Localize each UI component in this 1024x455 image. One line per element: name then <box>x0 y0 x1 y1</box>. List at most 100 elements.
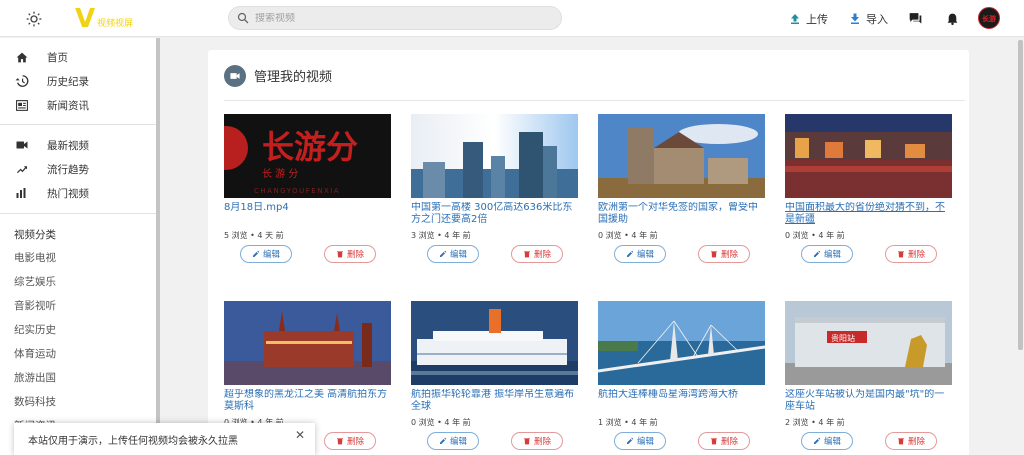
notification-bell-icon[interactable] <box>944 0 960 37</box>
video-meta: 0 浏览 • 4 年 前 <box>785 231 845 240</box>
delete-label: 删除 <box>907 437 925 447</box>
video-thumbnail[interactable] <box>224 301 391 385</box>
search-bar[interactable] <box>228 6 562 30</box>
video-title-link[interactable]: 中国面积最大的省份绝对猜不到，不是新疆 <box>785 202 952 226</box>
sidebar-item-label: 首页 <box>47 51 68 64</box>
delete-button[interactable]: 删除 <box>511 432 563 450</box>
thumb-small-text: 长 游 分 <box>262 167 298 180</box>
top-header: V 视频视屏 上传 导入 长游 <box>0 0 1024 37</box>
sidebar-item-history[interactable]: 历史纪录 <box>0 70 156 92</box>
edit-label: 编辑 <box>449 437 467 447</box>
delete-button[interactable]: 删除 <box>885 432 937 450</box>
import-label: 导入 <box>866 12 888 26</box>
delete-label: 删除 <box>346 437 364 447</box>
video-thumbnail[interactable]: 贵阳站 <box>785 301 952 385</box>
sidebar-category[interactable]: 电影电视 <box>14 250 56 265</box>
delete-label: 删除 <box>907 250 925 260</box>
edit-button[interactable]: 编辑 <box>427 432 479 450</box>
pencil-icon <box>626 250 634 257</box>
search-icon <box>237 12 249 24</box>
video-title-link[interactable]: 超乎想象的黑龙江之美 高清航拍东方莫斯科 <box>224 389 391 413</box>
trash-icon <box>336 438 343 445</box>
trash-icon <box>336 251 343 258</box>
avatar-text: 长游 <box>982 15 996 23</box>
sidebar-item-label: 历史纪录 <box>47 75 89 88</box>
sidebar-category[interactable]: 旅游出国 <box>14 370 56 385</box>
video-thumbnail[interactable] <box>411 301 578 385</box>
history-icon <box>15 75 29 87</box>
video-meta: 3 浏览 • 4 年 前 <box>411 231 471 240</box>
logo-letter: V <box>75 4 96 34</box>
site-logo[interactable]: V 视频视屏 <box>75 4 133 34</box>
upload-label: 上传 <box>806 12 828 26</box>
user-avatar[interactable]: 长游 <box>978 7 1000 29</box>
page-scrollbar[interactable] <box>1018 40 1023 350</box>
videocam-icon <box>224 65 246 87</box>
edit-button[interactable]: 编辑 <box>801 432 853 450</box>
thumb-big-text: 长游分 <box>262 128 358 166</box>
trash-icon <box>710 251 717 258</box>
delete-label: 删除 <box>720 250 738 260</box>
video-meta: 5 浏览 • 4 天 前 <box>224 231 284 240</box>
edit-button[interactable]: 编辑 <box>801 245 853 263</box>
delete-button[interactable]: 删除 <box>885 245 937 263</box>
video-title-link[interactable]: 欧洲第一个对华免签的国家，曾受中国援助 <box>598 202 765 226</box>
video-title-link[interactable]: 中国第一高楼 300亿高达636米比东方之门还要高2倍 <box>411 202 578 226</box>
delete-button[interactable]: 删除 <box>698 245 750 263</box>
video-title-link[interactable]: 航拍大连棒棰岛星海湾跨海大桥 <box>598 389 765 401</box>
thumb-pinyin-text: CHANGYOUFENXIA <box>254 187 340 195</box>
pencil-icon <box>439 437 447 444</box>
sidebar-item-label: 新闻资讯 <box>47 99 89 112</box>
video-thumbnail[interactable] <box>598 114 765 198</box>
thumb-station-sign: 贵阳站 <box>831 333 855 343</box>
delete-label: 删除 <box>533 437 551 447</box>
sidebar-category[interactable]: 音影视听 <box>14 298 56 313</box>
brightness-icon[interactable] <box>24 0 44 37</box>
delete-label: 删除 <box>346 250 364 260</box>
video-thumbnail[interactable] <box>785 114 952 198</box>
edit-label: 编辑 <box>449 250 467 260</box>
videocam-icon <box>16 141 28 149</box>
pencil-icon <box>813 437 821 444</box>
manage-videos-card: 管理我的视频 长游分 长 游 分 CHANGYOUFENXIA 8月18日.mp… <box>208 50 969 455</box>
pencil-icon <box>626 437 634 444</box>
delete-button[interactable]: 删除 <box>324 432 376 450</box>
video-thumbnail[interactable] <box>598 301 765 385</box>
edit-button[interactable]: 编辑 <box>614 432 666 450</box>
video-thumbnail[interactable] <box>411 114 578 198</box>
news-icon <box>16 99 28 111</box>
video-thumbnail[interactable]: 长游分 长 游 分 CHANGYOUFENXIA <box>224 114 391 198</box>
delete-label: 删除 <box>720 437 738 447</box>
sidebar-category[interactable]: 综艺娱乐 <box>14 274 56 289</box>
search-input[interactable] <box>255 12 535 24</box>
import-button[interactable]: 导入 <box>849 0 888 37</box>
delete-button[interactable]: 删除 <box>698 432 750 450</box>
edit-button[interactable]: 编辑 <box>427 245 479 263</box>
sidebar-item-trending[interactable]: 流行趋势 <box>0 158 156 180</box>
messages-icon[interactable] <box>906 0 924 37</box>
sidebar-item-latest-videos[interactable]: 最新视频 <box>0 134 156 156</box>
trash-icon <box>897 438 904 445</box>
edit-label: 编辑 <box>823 250 841 260</box>
upload-button[interactable]: 上传 <box>789 0 828 37</box>
sidebar-item-home[interactable]: 首页 <box>0 46 156 68</box>
video-title-link[interactable]: 8月18日.mp4 <box>224 202 391 214</box>
sidebar-scrollbar[interactable] <box>156 38 160 428</box>
edit-button[interactable]: 编辑 <box>614 245 666 263</box>
close-icon[interactable]: ✕ <box>295 428 305 442</box>
sidebar-category[interactable]: 体育运动 <box>14 346 56 361</box>
sidebar-category[interactable]: 纪实历史 <box>14 322 56 337</box>
video-title-link[interactable]: 航拍振华轮轮靠港 振华岸吊生意遍布全球 <box>411 389 578 413</box>
delete-button[interactable]: 删除 <box>324 245 376 263</box>
video-title-link[interactable]: 这座火车站被认为是国内最"坑"的一座车站 <box>785 389 952 413</box>
edit-label: 编辑 <box>823 437 841 447</box>
video-meta: 0 浏览 • 4 年 前 <box>598 231 658 240</box>
sidebar-item-hot-videos[interactable]: 热门视频 <box>0 182 156 204</box>
video-meta: 0 浏览 • 4 年 前 <box>411 418 471 427</box>
sidebar-category[interactable]: 数码科技 <box>14 394 56 409</box>
bar-chart-icon <box>16 188 26 198</box>
home-icon <box>16 52 28 62</box>
sidebar-item-news[interactable]: 新闻资讯 <box>0 94 156 116</box>
edit-button[interactable]: 编辑 <box>240 245 292 263</box>
delete-button[interactable]: 删除 <box>511 245 563 263</box>
